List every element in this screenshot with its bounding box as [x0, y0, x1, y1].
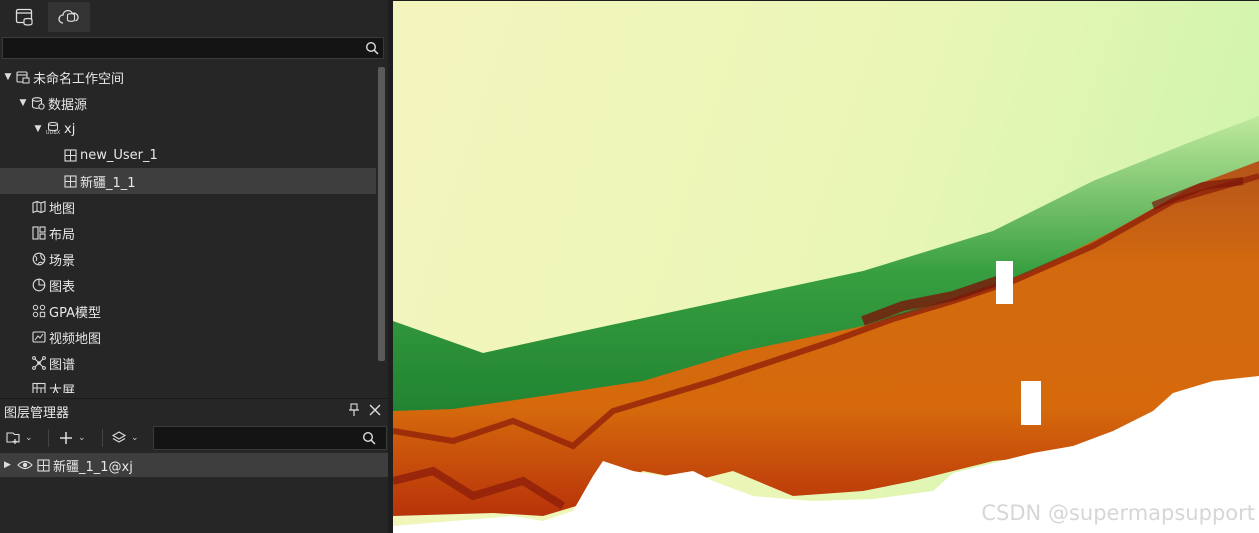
- graph-icon: [32, 356, 46, 370]
- udbx-label: UDBX: [45, 130, 61, 136]
- tree-item-label: xj: [64, 121, 76, 137]
- add-to-map-icon: [6, 432, 20, 444]
- tree-item-dashboards[interactable]: 大屏: [0, 376, 376, 393]
- tree-item-label: 地图: [49, 201, 76, 217]
- workspace-manager-icon: [15, 8, 33, 26]
- dem-raster-map[interactable]: [393, 1, 1259, 533]
- expand-caret-icon[interactable]: ▼: [3, 72, 13, 82]
- tree-scrollbar[interactable]: [376, 63, 386, 393]
- layer-item-label: 新疆_1_1@xj: [53, 459, 133, 475]
- tree-item-maps[interactable]: 地图: [0, 194, 376, 220]
- grid-layer-icon: [37, 458, 50, 472]
- gpa-model-icon: [32, 304, 46, 318]
- tree-item-workspace[interactable]: ▼ 未命名工作空间: [0, 64, 376, 90]
- eye-visibility-icon[interactable]: [17, 459, 33, 471]
- close-icon[interactable]: [368, 403, 382, 417]
- tab-resources[interactable]: [48, 2, 90, 32]
- tree-item-label: 场景: [49, 253, 76, 269]
- layers-icon: [111, 431, 127, 443]
- add-data-button[interactable]: ⌄: [5, 428, 33, 448]
- tree-item-dataset-new-user-1[interactable]: new_User_1: [0, 142, 376, 168]
- tree-item-dataset-xinjiang-1-1[interactable]: 新疆_1_1: [0, 168, 376, 194]
- layer-manager-header: 图层管理器: [0, 398, 388, 423]
- left-panel: ▼ 未命名工作空间 ▼ 数据源 ▼ UDBX xj new_User_1 新疆_…: [0, 0, 388, 533]
- nodata-patch: [996, 261, 1013, 304]
- tree-item-label: GPA模型: [49, 305, 101, 321]
- tab-workspace[interactable]: [4, 2, 46, 32]
- tree-item-charts[interactable]: 图表: [0, 272, 376, 298]
- grid-dataset-icon: [63, 174, 77, 188]
- panel-tabs: [0, 0, 388, 34]
- pin-icon[interactable]: [348, 403, 360, 417]
- layout-icon: [32, 226, 46, 240]
- map-view[interactable]: CSDN @supermapsupport: [393, 1, 1259, 533]
- scene-icon: [32, 252, 46, 266]
- tree-scrollbar-thumb[interactable]: [378, 67, 385, 361]
- layer-manager-toolbar: ⌄ ⌄ ⌄: [0, 424, 388, 452]
- tree-item-label: 布局: [49, 227, 76, 243]
- tree-item-label: new_User_1: [80, 147, 158, 163]
- toolbar-divider: [48, 429, 49, 447]
- dashboard-icon: [32, 382, 46, 393]
- tree-item-scenes[interactable]: 场景: [0, 246, 376, 272]
- tree-item-label: 图谱: [49, 357, 76, 373]
- layer-item[interactable]: ▶ 新疆_1_1@xj: [0, 453, 388, 477]
- grid-dataset-icon: [63, 148, 77, 162]
- tree-item-graphs[interactable]: 图谱: [0, 350, 376, 376]
- workspace-icon: [16, 70, 30, 84]
- nodata-patch: [1021, 381, 1041, 425]
- layer-search-input[interactable]: [153, 426, 387, 450]
- map-icon: [32, 200, 46, 214]
- cloud-resource-icon: [58, 9, 79, 24]
- chevron-down-icon: ⌄: [78, 433, 86, 443]
- tree-item-label: 数据源: [48, 97, 88, 113]
- watermark: CSDN @supermapsupport: [981, 501, 1255, 525]
- video-map-icon: [32, 330, 46, 344]
- add-layer-button[interactable]: ⌄: [58, 428, 86, 448]
- tree-item-datasources[interactable]: ▼ 数据源: [0, 90, 376, 116]
- workspace-search-input[interactable]: [2, 37, 384, 59]
- search-icon[interactable]: [365, 41, 379, 55]
- search-icon[interactable]: [362, 431, 376, 445]
- udbx-datasource-icon: UDBX: [45, 122, 61, 136]
- tree-item-layouts[interactable]: 布局: [0, 220, 376, 246]
- datasources-icon: [31, 96, 45, 110]
- tree-item-gpa-models[interactable]: GPA模型: [0, 298, 376, 324]
- tree-item-label: 图表: [49, 279, 76, 295]
- tree-item-label: 大屏: [49, 383, 76, 394]
- tree-item-video-maps[interactable]: 视频地图: [0, 324, 376, 350]
- expand-caret-icon[interactable]: ▼: [18, 98, 28, 108]
- layer-list-empty-area: [0, 477, 388, 533]
- layer-style-button[interactable]: ⌄: [111, 428, 139, 448]
- tree-item-label: 视频地图: [49, 331, 102, 347]
- expand-caret-icon[interactable]: ▶: [4, 460, 12, 470]
- layer-manager-title: 图层管理器: [4, 405, 70, 421]
- tree-item-datasource-xj[interactable]: ▼ UDBX xj: [0, 116, 376, 142]
- toolbar-divider: [102, 429, 103, 447]
- chevron-down-icon: ⌄: [131, 433, 139, 443]
- tree-item-label: 未命名工作空间: [33, 71, 125, 87]
- workspace-tree: ▼ 未命名工作空间 ▼ 数据源 ▼ UDBX xj new_User_1 新疆_…: [0, 63, 376, 393]
- plus-icon: [60, 432, 72, 444]
- tree-item-label: 新疆_1_1: [80, 175, 136, 191]
- chevron-down-icon: ⌄: [25, 433, 33, 443]
- expand-caret-icon[interactable]: ▼: [33, 124, 43, 134]
- chart-icon: [32, 278, 46, 292]
